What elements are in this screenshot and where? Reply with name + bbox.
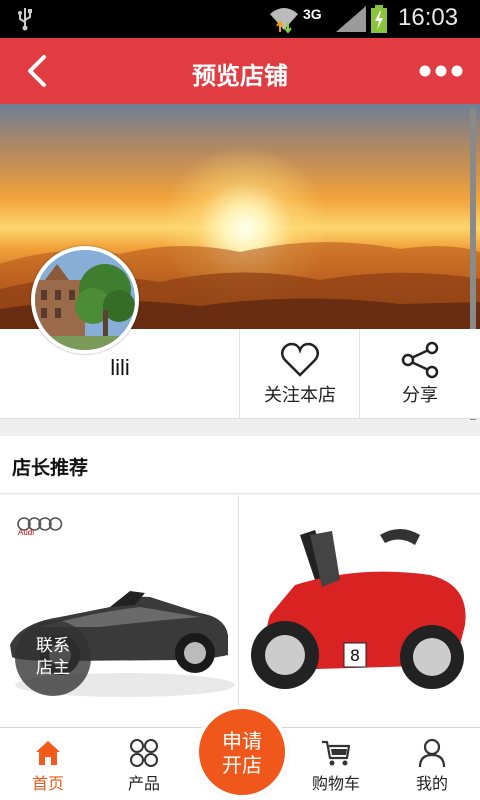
share-button[interactable]: 分享 bbox=[359, 329, 480, 419]
contact-owner-label-2: 店主 bbox=[36, 658, 70, 678]
battery-charging-icon bbox=[371, 5, 387, 33]
share-icon bbox=[401, 341, 439, 379]
follow-shop-button[interactable]: 关注本店 bbox=[239, 329, 360, 419]
contact-owner-button[interactable]: 联系 店主 bbox=[15, 620, 91, 696]
shop-name: lili bbox=[110, 355, 130, 380]
more-options-icon[interactable] bbox=[418, 58, 464, 84]
nav-me-label: 我的 bbox=[415, 774, 448, 793]
nav-cart-label: 购物车 bbox=[311, 774, 360, 793]
section-header: 店长推荐 bbox=[0, 436, 480, 494]
contact-owner-label-1: 联系 bbox=[36, 636, 70, 656]
kart-image: 8 bbox=[251, 529, 466, 689]
heart-icon bbox=[281, 342, 319, 377]
cart-icon bbox=[322, 740, 351, 766]
page-title: 预览店铺 bbox=[192, 62, 288, 90]
avatar-image bbox=[35, 250, 135, 350]
signal-icon bbox=[336, 6, 366, 32]
kart-number: 8 bbox=[350, 646, 360, 665]
wifi-icon bbox=[270, 8, 298, 34]
status-bar: 3G 16:03 bbox=[0, 0, 480, 38]
nav-cart[interactable]: 购物车 bbox=[288, 728, 384, 800]
apply-open-shop-button[interactable]: 申请 开店 bbox=[195, 705, 289, 799]
product-grid: Audi 8 bbox=[0, 495, 480, 727]
product-card-kart[interactable]: 8 bbox=[240, 495, 480, 727]
clock: 16:03 bbox=[398, 4, 459, 31]
apply-open-shop-label-2: 开店 bbox=[222, 753, 262, 777]
nav-home[interactable]: 首页 bbox=[0, 728, 96, 800]
nav-products-label: 产品 bbox=[127, 774, 160, 793]
header-bar: 预览店铺 bbox=[0, 38, 480, 104]
nav-me[interactable]: 我的 bbox=[384, 728, 480, 800]
usb-icon bbox=[18, 8, 32, 31]
share-label: 分享 bbox=[402, 385, 438, 406]
shop-avatar[interactable] bbox=[31, 246, 139, 354]
section-title: 店长推荐 bbox=[12, 457, 89, 479]
network-type: 3G bbox=[303, 6, 322, 22]
products-icon bbox=[130, 739, 158, 767]
home-icon bbox=[36, 741, 60, 765]
section-divider bbox=[0, 420, 480, 436]
apply-open-shop-label-1: 申请 bbox=[222, 729, 262, 753]
user-icon bbox=[418, 738, 446, 768]
nav-products[interactable]: 产品 bbox=[96, 728, 192, 800]
nav-home-label: 首页 bbox=[31, 774, 64, 793]
follow-shop-label: 关注本店 bbox=[264, 385, 336, 406]
